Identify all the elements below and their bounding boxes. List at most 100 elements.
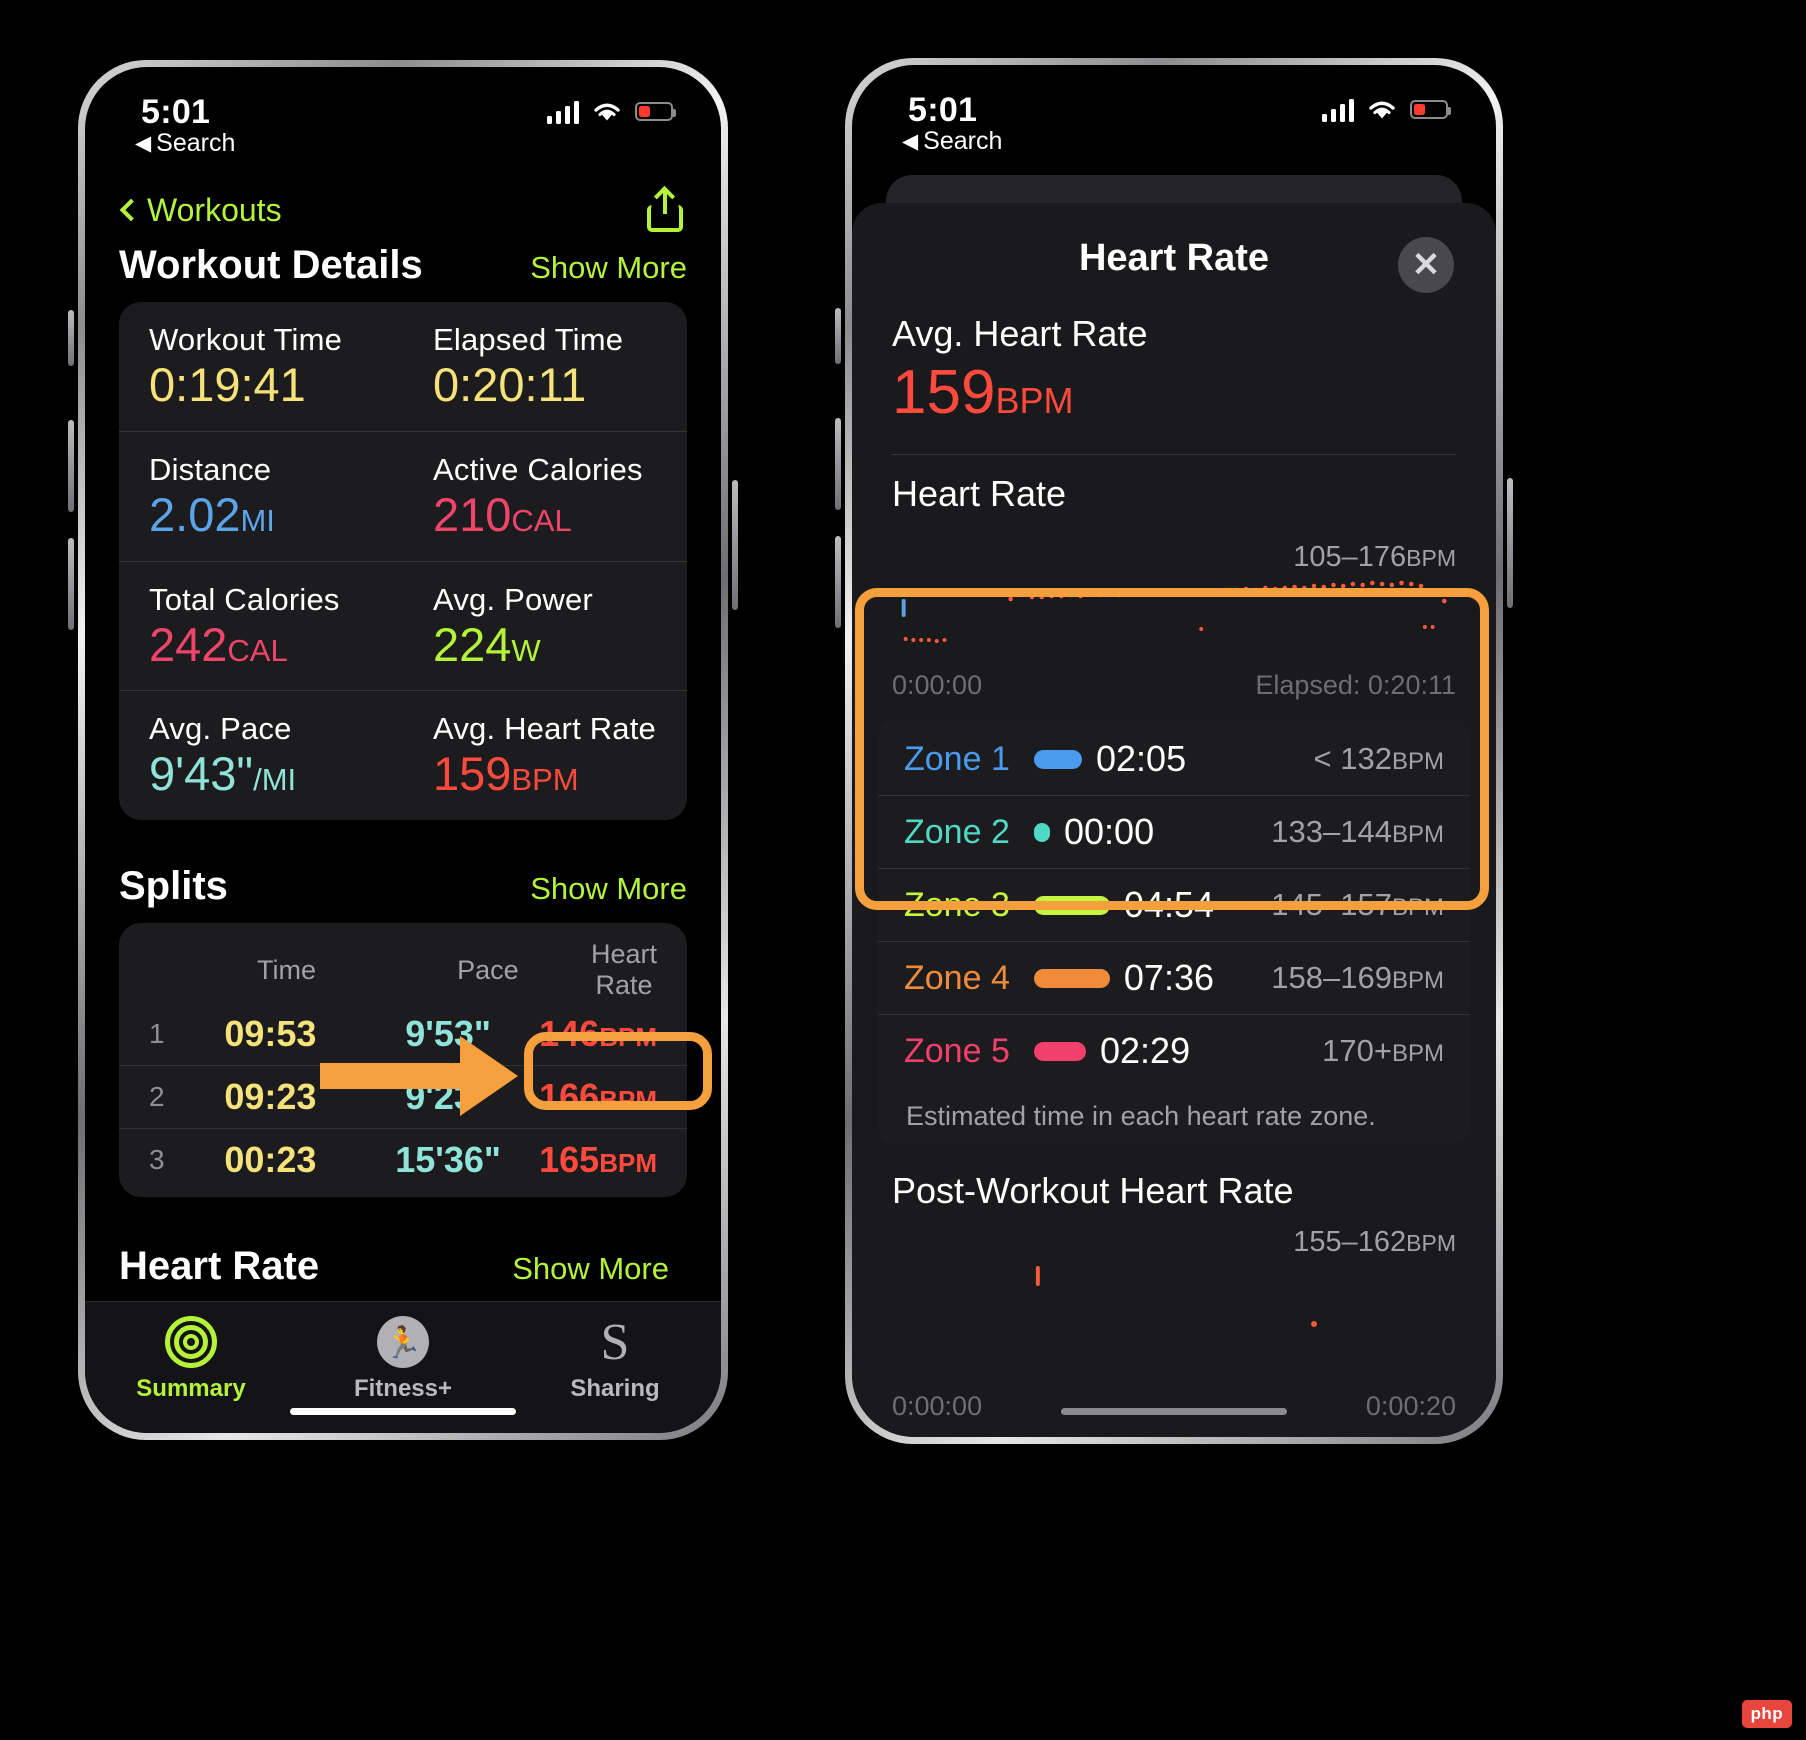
metric-avg-heart-rate: Avg. Heart Rate 159BPM — [403, 691, 687, 820]
metric-row: Avg. Pace 9'43"/MI Avg. Heart Rate 159BP… — [119, 690, 687, 820]
workout-details-header: Workout Details Show More — [85, 249, 721, 288]
zone-row-5: Zone 5 02:29 170+BPM — [878, 1014, 1470, 1087]
notch — [290, 67, 516, 103]
share-icon[interactable] — [647, 185, 683, 232]
metric-active-calories: Active Calories 210CAL — [403, 432, 687, 561]
zone-bar-cell: 02:29 — [1034, 1030, 1214, 1072]
post-axis-end: 0:00:20 — [1365, 1391, 1456, 1421]
post-workout-title: Post-Workout Heart Rate — [892, 1170, 1294, 1211]
workout-details-show-more[interactable]: Show More — [530, 250, 687, 286]
heart-rate-zones-card: Zone 1 02:05 < 132BPM Zone 2 00:00 133–1… — [878, 719, 1470, 1144]
split-pace: 9'23" — [405, 1076, 491, 1117]
notch — [1061, 65, 1287, 101]
workouts-back-button[interactable]: Workouts — [119, 192, 282, 229]
back-to-search-link[interactable]: ◀ Search — [902, 127, 1002, 156]
avg-heart-rate-label: Avg. Heart Rate — [892, 313, 1148, 354]
sharing-s-icon: S — [600, 1313, 630, 1371]
volume-down-button[interactable] — [68, 538, 74, 630]
workout-details-title: Workout Details — [119, 249, 423, 287]
metric-number: 9'43" — [149, 747, 254, 801]
post-workout-axis: 0:00:00 0:00:20 — [892, 1391, 1456, 1422]
post-axis-start: 0:00:00 — [892, 1391, 983, 1421]
splits-col-time: Time — [257, 954, 316, 985]
heart-rate-header: Heart Rate Show More — [85, 1241, 721, 1297]
power-button[interactable] — [1507, 478, 1513, 608]
metric-value: 0:20:11 — [433, 358, 587, 411]
silent-switch — [835, 308, 841, 364]
zone-range-unit: BPM — [1391, 821, 1444, 848]
metric-value: 2.02MI — [149, 489, 403, 541]
metric-label: Active Calories — [433, 451, 643, 487]
metric-total-calories: Total Calories 242CAL — [119, 562, 403, 691]
close-icon[interactable]: ✕ — [1398, 237, 1454, 293]
avg-hr-number: 159 — [892, 358, 996, 427]
avg-heart-rate-value: 159BPM — [892, 357, 1456, 428]
zone-row-1: Zone 1 02:05 < 132BPM — [878, 723, 1470, 795]
zone-bar — [1034, 1041, 1086, 1061]
zone-range: 145–157BPM — [1271, 887, 1444, 923]
zone-time: 00:00 — [1064, 811, 1155, 852]
modal-title: Heart Rate — [1078, 236, 1270, 279]
zone-bar-cell: 00:00 — [1034, 811, 1214, 853]
volume-down-button[interactable] — [835, 536, 841, 628]
zone-label: Zone 3 — [904, 885, 1010, 924]
splits-col-pace: Pace — [457, 954, 519, 985]
back-to-search-link[interactable]: ◀ Search — [135, 129, 235, 158]
split-time: 09:53 — [224, 1013, 317, 1054]
watermark-badge: php — [1741, 1700, 1792, 1728]
status-indicators — [546, 99, 676, 124]
back-search-label: Search — [923, 127, 1003, 155]
metric-row: Workout Time 0:19:41 Elapsed Time 0:20:1… — [119, 302, 687, 431]
metric-unit: W — [511, 632, 541, 668]
splits-title: Splits — [119, 864, 228, 908]
modal-average-section: Avg. Heart Rate 159BPM — [852, 313, 1496, 428]
activity-rings-icon — [165, 1316, 217, 1368]
zones-footnote: Estimated time in each heart rate zone. — [906, 1101, 1376, 1131]
zone-row-3: Zone 3 04:54 145–157BPM — [878, 868, 1470, 941]
zone-label: Zone 2 — [904, 812, 1010, 851]
zone-row-4: Zone 4 07:36 158–169BPM — [878, 941, 1470, 1014]
zone-row-2: Zone 2 00:00 133–144BPM — [878, 795, 1470, 868]
volume-up-button[interactable] — [68, 420, 74, 512]
heart-rate-chart: 105–176BPM 0:00:00 Elapsed: 0:20:11 — [892, 515, 1456, 705]
home-indicator — [1061, 1408, 1287, 1415]
chevron-left-icon — [119, 198, 143, 222]
cellular-signal-icon — [1321, 98, 1354, 122]
zone-range-unit: BPM — [1391, 748, 1444, 775]
tab-summary[interactable]: Summary — [85, 1302, 297, 1433]
status-indicators — [1321, 97, 1451, 122]
split-time: 00:23 — [224, 1139, 317, 1180]
avg-hr-unit: BPM — [995, 380, 1074, 421]
splits-col-heart-rate: Heart Rate — [590, 939, 657, 1000]
zone-bar — [1034, 968, 1110, 988]
summary-scroll-area[interactable]: Workout Details Show More Workout Time 0… — [85, 249, 721, 1301]
zone-range-unit: BPM — [1391, 967, 1444, 994]
divider — [892, 454, 1456, 455]
zone-time: 04:54 — [1123, 884, 1214, 925]
split-index: 2 — [149, 1081, 165, 1112]
zone-bar-cell: 04:54 — [1034, 884, 1214, 926]
zone-range: < 132BPM — [1314, 741, 1444, 777]
splits-show-more[interactable]: Show More — [530, 871, 687, 907]
metric-number: 242 — [149, 617, 228, 671]
splits-column-headers: Time Pace Heart Rate — [119, 927, 687, 1003]
split-heart-rate: 146BPM — [539, 1013, 657, 1055]
battery-icon — [1410, 100, 1451, 119]
zone-time: 07:36 — [1123, 957, 1214, 998]
metric-label: Distance — [149, 451, 272, 487]
status-time: 5:01 — [141, 93, 211, 131]
tab-label: Sharing — [570, 1375, 660, 1402]
power-button[interactable] — [732, 480, 738, 610]
home-indicator — [290, 1408, 516, 1415]
zone-range: 158–169BPM — [1271, 960, 1444, 996]
table-row: 3 00:23 15'36" 165BPM — [119, 1128, 687, 1191]
heart-rate-show-more-button[interactable]: Show More — [494, 1241, 687, 1297]
left-phone-device: 5:01 ◀ Search Workouts Workout Details S… — [68, 60, 738, 1440]
heart-rate-scatter-plot — [901, 580, 1447, 643]
volume-up-button[interactable] — [835, 418, 841, 510]
tab-sharing[interactable]: S Sharing — [509, 1302, 721, 1433]
metric-distance: Distance 2.02MI — [119, 432, 403, 561]
metric-label: Total Calories — [149, 581, 340, 617]
table-row: 1 09:53 9'53" 146BPM — [119, 1003, 687, 1065]
metric-label: Avg. Pace — [149, 711, 292, 747]
